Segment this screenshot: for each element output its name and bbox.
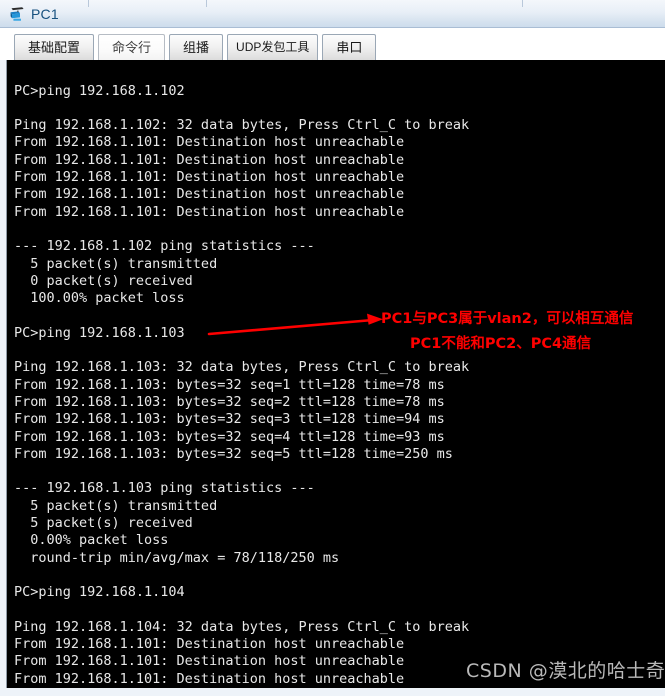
tab-udp-packet-tool[interactable]: UDP发包工具 bbox=[227, 34, 319, 60]
csdn-watermark: CSDN @漠北的哈士奇 bbox=[466, 660, 665, 682]
tab-strip: 基础配置 命令行 组播 UDP发包工具 串口 bbox=[0, 28, 665, 60]
tab-multicast[interactable]: 组播 bbox=[169, 34, 224, 60]
tab-command-line[interactable]: 命令行 bbox=[98, 34, 166, 60]
terminal-output: Invalid Command: PC>ping 192.168.1.102 P… bbox=[14, 60, 470, 688]
window-title: PC1 bbox=[31, 5, 59, 22]
terminal-console[interactable]: Invalid Command: PC>ping 192.168.1.102 P… bbox=[6, 60, 665, 688]
pc-device-icon bbox=[9, 6, 26, 23]
window-title-bar: PC1 bbox=[0, 0, 665, 28]
pc1-console-window: PC1 基础配置 命令行 组播 UDP发包工具 串口 Invalid Comma… bbox=[0, 0, 665, 696]
title-bar-seam bbox=[522, 0, 523, 7]
terminal-area: Invalid Command: PC>ping 192.168.1.102 P… bbox=[0, 60, 665, 696]
tab-basic-config[interactable]: 基础配置 bbox=[14, 34, 95, 60]
tab-serial-port[interactable]: 串口 bbox=[322, 34, 377, 60]
